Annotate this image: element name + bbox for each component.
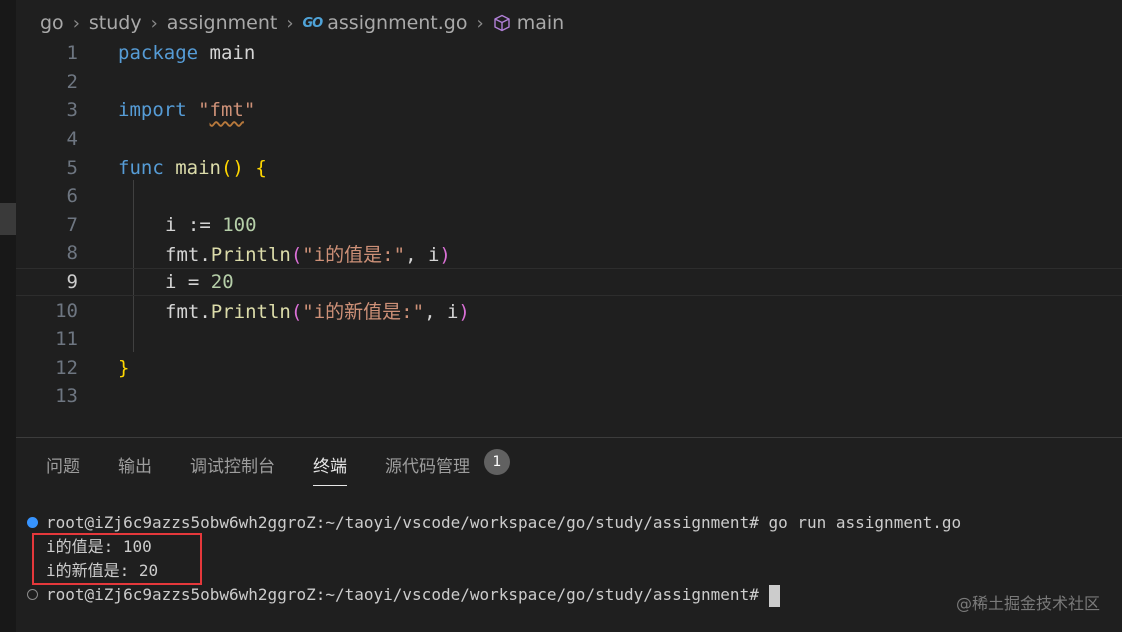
source-control-badge: 1 <box>484 449 510 475</box>
activity-bar-highlight <box>0 203 16 235</box>
panel-divider <box>16 437 1122 438</box>
breadcrumb-item-go[interactable]: go <box>40 12 64 34</box>
code-line: 3 import "fmt" <box>16 96 1122 125</box>
code-line: 10 fmt.Println("i的新值是:", i) <box>16 296 1122 325</box>
code-text: fmt.Println("i的新值是:", i) <box>165 301 470 324</box>
tab-problems[interactable]: 问题 <box>46 452 80 486</box>
breadcrumb-item-main[interactable]: main <box>517 12 564 34</box>
line-number: 3 <box>66 99 78 122</box>
line-number: 9 <box>66 271 78 294</box>
code-line: 8 fmt.Println("i的值是:", i) <box>16 239 1122 268</box>
chevron-right-icon: › <box>72 12 80 34</box>
chevron-right-icon: › <box>286 12 294 34</box>
tab-output[interactable]: 输出 <box>118 452 152 486</box>
line-number: 10 <box>55 299 78 322</box>
code-line: 7 i := 100 <box>16 211 1122 240</box>
code-text: fmt.Println("i的值是:", i) <box>165 243 451 266</box>
code-text: i := 100 <box>165 213 257 236</box>
go-file-icon: GO <box>302 15 324 31</box>
line-number: 7 <box>66 213 78 236</box>
chevron-right-icon: › <box>476 12 484 34</box>
line-number: 11 <box>55 328 78 351</box>
line-number: 8 <box>66 242 78 265</box>
line-number: 2 <box>66 70 78 93</box>
tab-debug-console[interactable]: 调试控制台 <box>190 452 275 486</box>
terminal-cursor <box>768 584 780 607</box>
code-line: 2 <box>16 68 1122 97</box>
line-number: 4 <box>66 128 78 151</box>
line-number: 1 <box>66 42 78 65</box>
code-editor[interactable]: 1 package main 2 3 import "fmt" 4 5 func… <box>16 39 1122 437</box>
breadcrumb-item-file[interactable]: assignment.go <box>327 12 467 34</box>
tab-source-control[interactable]: 源代码管理 <box>385 452 470 486</box>
code-line: 13 <box>16 382 1122 411</box>
code-text: func main() { <box>118 156 267 179</box>
code-line: 12 } <box>16 354 1122 383</box>
watermark: @稀土掘金技术社区 <box>955 594 1100 613</box>
symbol-namespace-icon <box>493 14 511 32</box>
command-success-dot-icon[interactable] <box>27 517 38 528</box>
code-text: i = 20 <box>165 271 234 294</box>
code-text: import "fmt" <box>118 99 256 122</box>
terminal-command-line: root@iZj6c9azzs5obw6wh2ggroZ:~/taoyi/vsc… <box>46 513 962 532</box>
highlight-box <box>32 533 202 585</box>
line-number: 6 <box>66 185 78 208</box>
code-line: 4 <box>16 125 1122 154</box>
code-line: 6 <box>16 182 1122 211</box>
terminal-prompt: root@iZj6c9azzs5obw6wh2ggroZ:~/taoyi/vsc… <box>46 585 759 604</box>
code-line: 5 func main() { <box>16 153 1122 182</box>
code-line-current: 9 i = 20 <box>16 267 1122 297</box>
breadcrumb-item-assignment[interactable]: assignment <box>167 12 278 34</box>
panel-tabs: 问题 输出 调试控制台 终端 源代码管理 1 <box>46 449 510 486</box>
command-pending-dot-icon <box>27 589 38 600</box>
line-number: 12 <box>55 356 78 379</box>
breadcrumb-item-study[interactable]: study <box>89 12 142 34</box>
code-text: package main <box>118 42 256 65</box>
tab-terminal[interactable]: 终端 <box>313 452 347 486</box>
code-line: 1 package main <box>16 39 1122 68</box>
activity-bar <box>0 0 16 632</box>
line-number: 5 <box>66 156 78 179</box>
line-number: 13 <box>55 385 78 408</box>
terminal-prompt-line[interactable]: root@iZj6c9azzs5obw6wh2ggroZ:~/taoyi/vsc… <box>46 583 780 607</box>
chevron-right-icon: › <box>150 12 158 34</box>
code-text: } <box>118 356 130 379</box>
code-line: 11 <box>16 325 1122 354</box>
